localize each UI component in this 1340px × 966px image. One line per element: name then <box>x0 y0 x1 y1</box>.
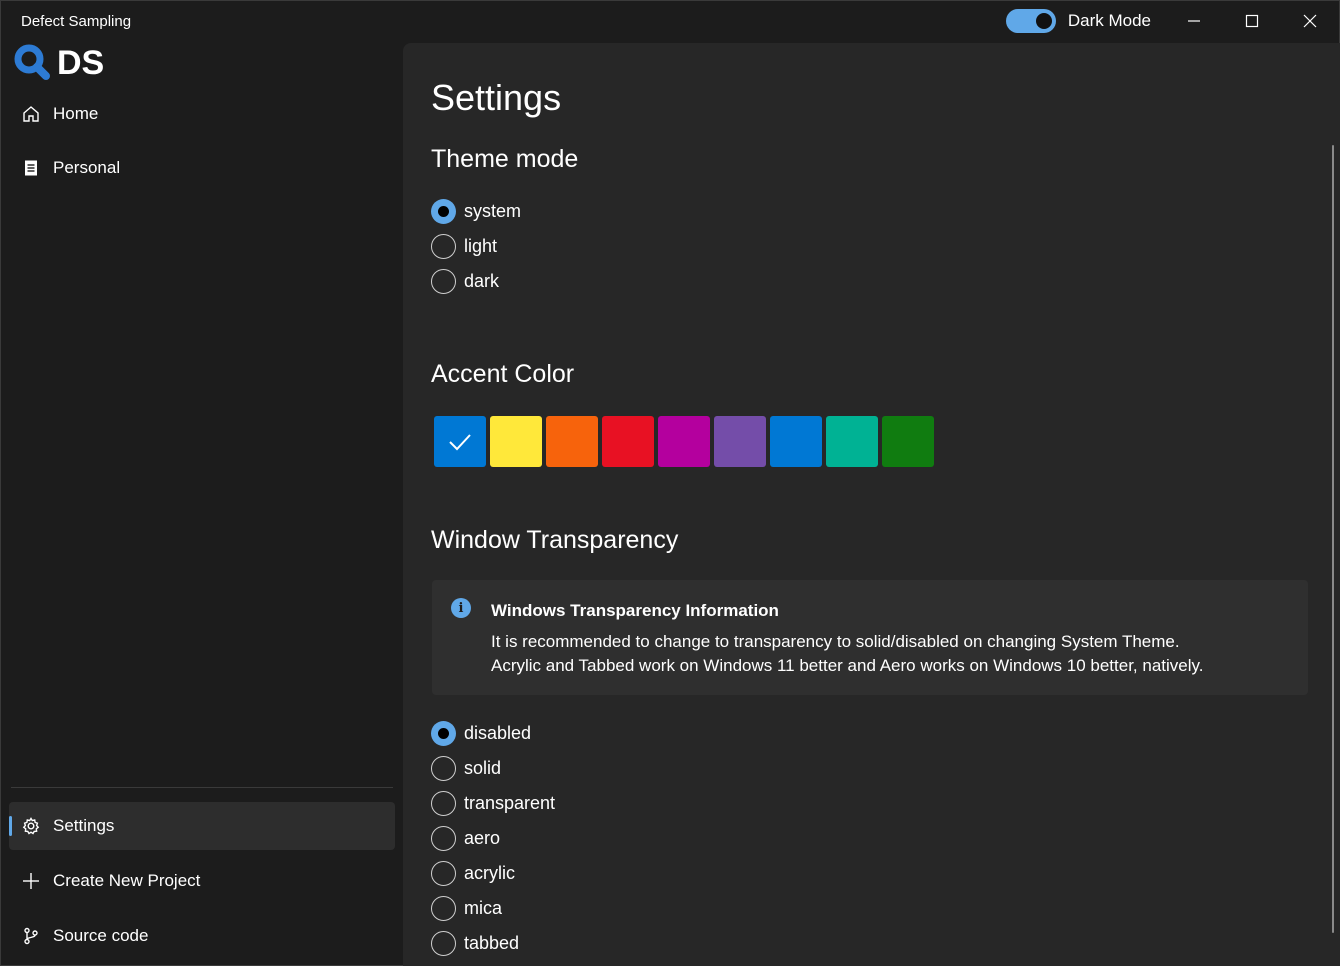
sidebar-divider <box>11 787 393 788</box>
radio-indicator <box>431 268 456 294</box>
transparency-radio-aero[interactable]: aero <box>431 823 500 853</box>
sidebar-item-home[interactable]: Home <box>9 90 395 138</box>
transparency-radio-mica[interactable]: mica <box>431 893 502 923</box>
sidebar-item-source-code[interactable]: Source code <box>9 912 395 960</box>
radio-indicator <box>431 825 456 851</box>
radio-indicator <box>431 860 456 886</box>
close-icon <box>1303 14 1317 28</box>
gear-icon <box>21 816 41 836</box>
sidebar-item-personal[interactable]: Personal <box>9 144 395 192</box>
radio-label: system <box>464 200 522 221</box>
accent-swatch-orange[interactable] <box>546 416 598 467</box>
accent-swatch-blue-selected[interactable] <box>434 416 486 467</box>
radio-indicator <box>431 755 456 781</box>
transparency-radio-disabled[interactable]: disabled <box>431 718 531 748</box>
radio-indicator <box>431 930 456 956</box>
radio-indicator <box>431 895 456 921</box>
accent-swatch-red[interactable] <box>602 416 654 467</box>
radio-label: solid <box>464 757 502 778</box>
settings-panel: Settings Theme mode system light dark Ac… <box>403 43 1340 966</box>
radio-label: acrylic <box>464 862 516 883</box>
vertical-scrollbar[interactable] <box>1332 145 1334 933</box>
radio-label: mica <box>464 897 503 918</box>
accent-swatch-teal[interactable] <box>826 416 878 467</box>
transparency-radio-solid[interactable]: solid <box>431 753 501 783</box>
radio-indicator <box>431 233 456 259</box>
accent-swatch-magenta[interactable] <box>658 416 710 467</box>
transparency-radio-acrylic[interactable]: acrylic <box>431 858 515 888</box>
minimize-button[interactable] <box>1165 1 1223 41</box>
radio-label: dark <box>464 270 500 291</box>
radio-indicator <box>431 790 456 816</box>
transparency-radio-tabbed[interactable]: tabbed <box>431 928 519 958</box>
close-button[interactable] <box>1281 1 1339 41</box>
transparency-info-bar: i Windows Transparency Information It is… <box>432 580 1308 695</box>
logo-text: DS <box>57 43 105 82</box>
sidebar-item-label: Source code <box>53 926 149 945</box>
app-logo: DS <box>13 43 104 83</box>
radio-label: disabled <box>464 722 532 743</box>
home-icon <box>21 104 41 124</box>
radio-label: tabbed <box>464 932 520 953</box>
title-bar-controls: Dark Mode <box>1005 1 1339 41</box>
title-bar: Defect Sampling Dark Mode <box>1 1 1339 43</box>
radio-label: aero <box>464 827 501 848</box>
document-icon <box>21 158 41 178</box>
checkmark-icon <box>449 433 471 450</box>
accent-swatch-blue[interactable] <box>770 416 822 467</box>
radio-indicator <box>431 720 456 746</box>
theme-mode-heading: Theme mode <box>431 145 579 173</box>
radio-indicator <box>431 198 456 224</box>
radio-label: light <box>464 235 498 256</box>
plus-icon <box>21 871 41 891</box>
minimize-icon <box>1188 20 1200 22</box>
sidebar-item-label: Create New Project <box>53 871 201 890</box>
accent-color-swatches <box>434 416 938 467</box>
dark-mode-toggle[interactable] <box>1005 9 1056 33</box>
window-transparency-heading: Window Transparency <box>431 526 679 554</box>
accent-swatch-yellow[interactable] <box>490 416 542 467</box>
maximize-icon <box>1245 14 1259 28</box>
git-branch-icon <box>21 926 41 946</box>
dark-mode-label: Dark Mode <box>1067 11 1151 30</box>
sidebar-item-settings[interactable]: Settings <box>9 802 395 850</box>
radio-label: transparent <box>464 792 556 813</box>
sidebar-item-label: Personal <box>53 158 121 177</box>
info-title: Windows Transparency Information <box>491 601 779 620</box>
magnifier-logo-icon <box>14 44 50 80</box>
info-message-line: It is recommended to change to transpare… <box>491 632 1180 651</box>
info-message-line: Acrylic and Tabbed work on Windows 11 be… <box>491 656 1204 675</box>
app-window: Defect Sampling Dark Mode DS Home Person… <box>0 0 1340 966</box>
accent-color-heading: Accent Color <box>431 360 575 388</box>
page-title: Settings <box>431 77 562 118</box>
app-title: Defect Sampling <box>21 13 132 30</box>
accent-swatch-purple[interactable] <box>714 416 766 467</box>
sidebar-item-create-new-project[interactable]: Create New Project <box>9 857 395 905</box>
transparency-radio-transparent[interactable]: transparent <box>431 788 555 818</box>
info-icon: i <box>451 598 471 618</box>
theme-radio-light[interactable]: light <box>431 231 497 261</box>
theme-radio-system[interactable]: system <box>431 196 521 226</box>
accent-swatch-green[interactable] <box>882 416 934 467</box>
sidebar-item-label: Settings <box>53 816 115 835</box>
theme-radio-dark[interactable]: dark <box>431 266 499 296</box>
sidebar-item-label: Home <box>53 104 99 123</box>
maximize-button[interactable] <box>1223 1 1281 41</box>
